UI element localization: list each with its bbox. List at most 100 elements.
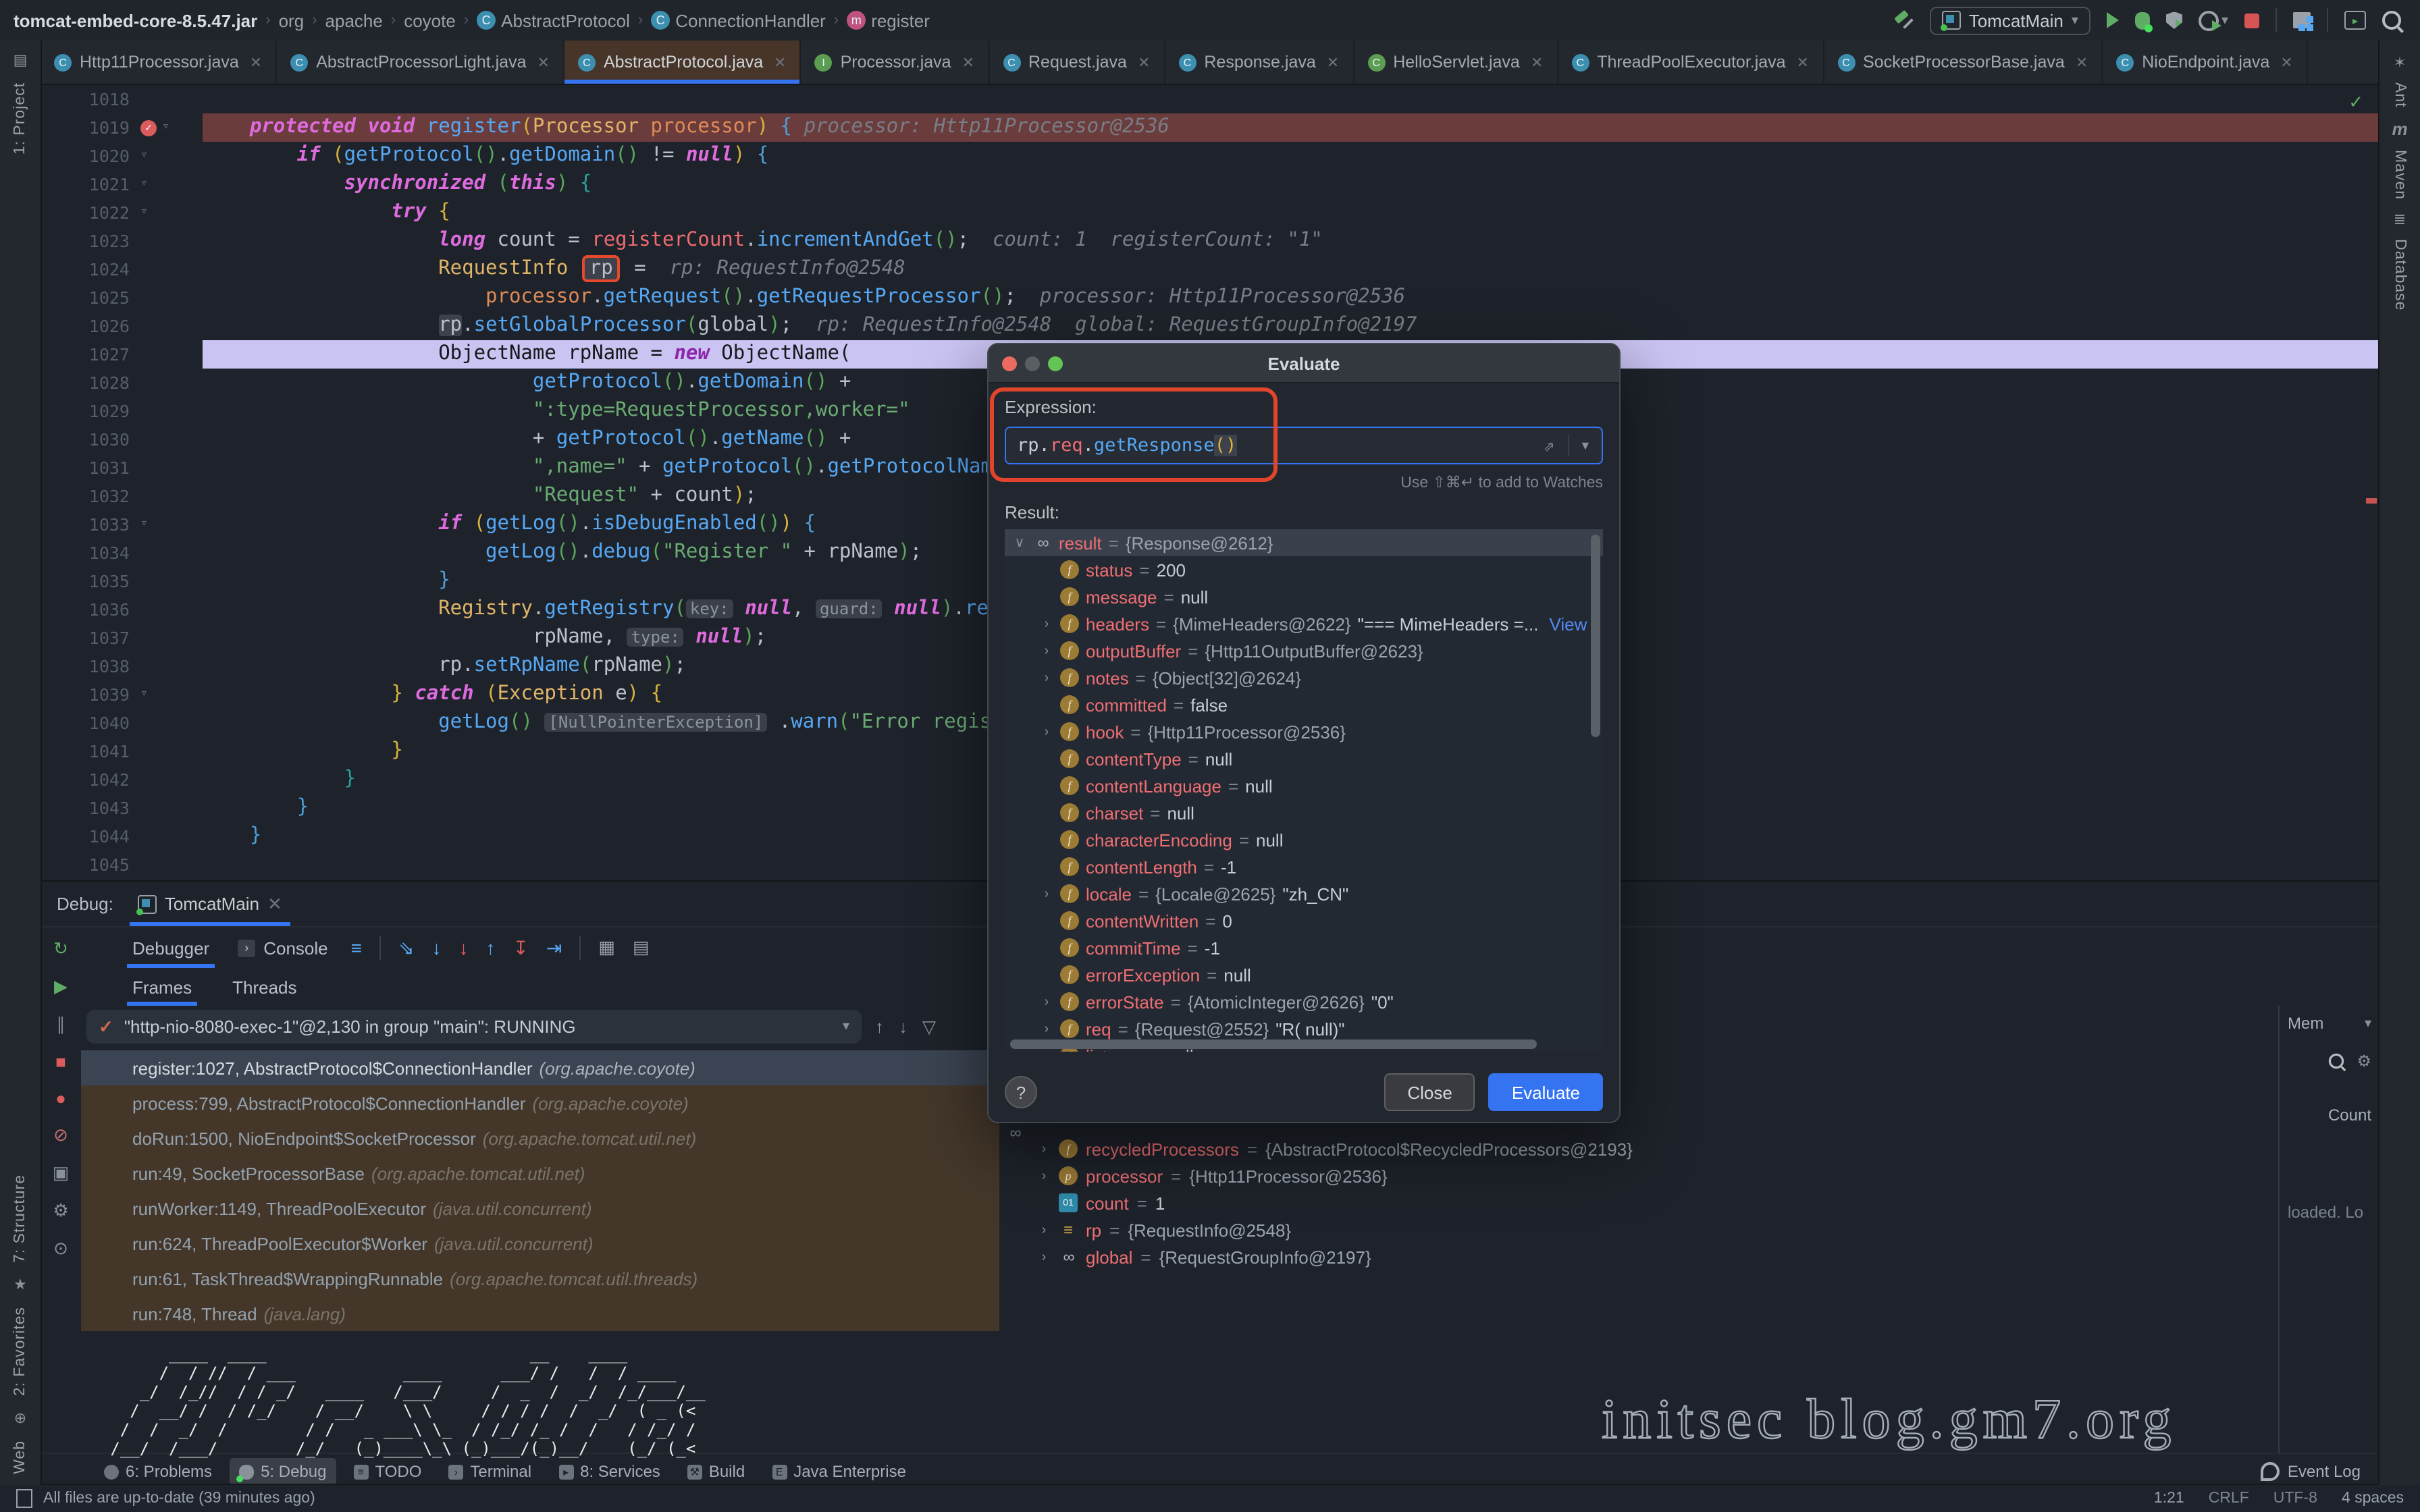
chevron-down-icon[interactable]: ▾	[2365, 1016, 2371, 1031]
inspections-ok-icon[interactable]: ✓	[2348, 92, 2363, 113]
close-tab-icon[interactable]: ✕	[774, 53, 786, 71]
tree-row[interactable]: ›freq = {Request@2552} "R( null)"	[1005, 1015, 1603, 1042]
sidebar-item-structure[interactable]: 7: Structure	[12, 1174, 28, 1262]
variable-row[interactable]: ›≡rp = {RequestInfo@2548}	[1037, 1216, 2278, 1243]
stack-frame-row[interactable]: run:748, Thread (java.lang)	[81, 1296, 999, 1331]
stack-frame-row[interactable]: doRun:1500, NioEndpoint$SocketProcessor …	[81, 1120, 999, 1156]
evaluate-expression-icon[interactable]: ▦	[598, 937, 615, 959]
drop-frame-icon[interactable]: ↧	[512, 936, 528, 959]
profiler-button[interactable]: ▾	[2199, 10, 2228, 30]
force-step-into-icon[interactable]: ↓	[458, 936, 468, 959]
show-execution-point-icon[interactable]: ⇘	[398, 936, 414, 959]
breakpoint-icon[interactable]: ✓	[140, 119, 157, 136]
editor-tab[interactable]: CRequest.java✕	[989, 40, 1165, 84]
tool-window-button-debug[interactable]: 5: Debug	[230, 1458, 336, 1485]
pin-icon[interactable]: ⊙	[53, 1238, 68, 1260]
stack-frame-row[interactable]: process:799, AbstractProtocol$Connection…	[81, 1085, 999, 1120]
tree-row[interactable]: fcharset = null	[1005, 799, 1603, 826]
tree-row[interactable]: ›foutputBuffer = {Http11OutputBuffer@262…	[1005, 637, 1603, 664]
close-tab-icon[interactable]: ✕	[250, 53, 262, 71]
variable-row[interactable]: 01count = 1	[1037, 1189, 2278, 1216]
variable-row[interactable]: ›frecycledProcessors = {AbstractProtocol…	[1037, 1135, 2278, 1162]
tree-row[interactable]: ferrorException = null	[1005, 961, 1603, 988]
run-anything-icon[interactable]: ▸	[2344, 11, 2366, 30]
next-frame-icon[interactable]: ↓	[899, 1016, 908, 1037]
tool-window-button-javaee[interactable]: EJava Enterprise	[762, 1458, 916, 1485]
tree-row[interactable]: ∨∞result = {Response@2612}	[1005, 529, 1603, 556]
build-hammer-icon[interactable]	[1893, 11, 1914, 30]
tree-row[interactable]: fcontentLanguage = null	[1005, 772, 1603, 799]
stop-button[interactable]	[2244, 13, 2259, 28]
close-tab-icon[interactable]: ✕	[1797, 53, 1809, 71]
gear-icon[interactable]: ⚙	[2357, 1052, 2371, 1071]
stack-frame-row[interactable]: run:49, SocketProcessorBase (org.apache.…	[81, 1156, 999, 1191]
search-everywhere-icon[interactable]	[2382, 11, 2401, 30]
stack-frame-row[interactable]: run:61, TaskThread$WrappingRunnable (org…	[81, 1261, 999, 1296]
tree-row[interactable]: fcontentWritten = 0	[1005, 907, 1603, 934]
thread-selector[interactable]: ✓ "http-nio-8080-exec-1"@2,130 in group …	[86, 1010, 862, 1044]
rerun-icon[interactable]: ↻	[53, 938, 68, 960]
close-tab-icon[interactable]: ✕	[1138, 53, 1150, 71]
close-button[interactable]: Close	[1384, 1073, 1475, 1111]
close-tab-icon[interactable]: ✕	[1531, 53, 1543, 71]
breadcrumb-item[interactable]: apache	[325, 10, 383, 30]
close-icon[interactable]: ✕	[267, 893, 282, 915]
sidebar-item-project[interactable]: 1: Project	[12, 82, 28, 155]
tool-window-button-services[interactable]: ▸8: Services	[549, 1458, 670, 1485]
help-button[interactable]: ?	[1005, 1076, 1037, 1108]
editor-tab[interactable]: CAbstractProcessorLight.java✕	[277, 40, 564, 84]
tab-debugger[interactable]: Debugger	[127, 927, 215, 968]
close-window-icon[interactable]	[1002, 356, 1017, 371]
tool-window-button-build[interactable]: ⚒Build	[678, 1458, 754, 1485]
status-widget[interactable]: 1:21	[2154, 1490, 2184, 1507]
fold-marker[interactable]: ▿	[140, 170, 148, 198]
evaluate-button[interactable]: Evaluate	[1489, 1073, 1603, 1111]
editor-tab[interactable]: CThreadPoolExecutor.java✕	[1558, 40, 1824, 84]
editor-tab[interactable]: CAbstractProtocol.java✕	[564, 40, 801, 84]
step-over-icon[interactable]: ↓	[431, 936, 441, 959]
editor-tab[interactable]: CSocketProcessorBase.java✕	[1824, 40, 2103, 84]
tree-row[interactable]: fcharacterEncoding = null	[1005, 826, 1603, 853]
close-tab-icon[interactable]: ✕	[962, 53, 974, 71]
tree-row[interactable]: fcommitted = false	[1005, 691, 1603, 718]
tree-vertical-scrollbar[interactable]	[1591, 535, 1600, 737]
tool-window-button-terminal[interactable]: ›Terminal	[439, 1458, 541, 1485]
dialog-titlebar[interactable]: Evaluate	[989, 344, 1619, 383]
search-icon[interactable]	[2329, 1054, 2344, 1069]
sidebar-item-maven[interactable]: Maven	[2392, 150, 2408, 200]
soft-wrap-icon[interactable]: ≡	[351, 937, 362, 959]
tree-row[interactable]: fstatus = 200	[1005, 556, 1603, 583]
close-tab-icon[interactable]: ✕	[2280, 53, 2292, 71]
step-out-icon[interactable]: ↑	[485, 936, 495, 959]
view-link[interactable]: View	[1550, 614, 1587, 634]
sidebar-item-database[interactable]: Database	[2392, 239, 2408, 310]
close-tab-icon[interactable]: ✕	[1327, 53, 1339, 71]
breadcrumb-item[interactable]: mregister	[847, 10, 930, 30]
pause-icon[interactable]: ∥	[57, 1014, 65, 1035]
fold-marker[interactable]: ▿	[162, 113, 169, 142]
settings-icon[interactable]: ⚙	[53, 1200, 68, 1222]
project-structure-icon[interactable]	[2293, 12, 2311, 28]
sidebar-item-web[interactable]: Web	[12, 1440, 28, 1474]
filter-frames-icon[interactable]: ▽	[922, 1016, 936, 1037]
zoom-window-icon[interactable]	[1048, 356, 1063, 371]
mute-breakpoints-icon[interactable]: ⊘	[53, 1125, 68, 1146]
resume-icon[interactable]: ▶	[54, 976, 68, 998]
breadcrumb-item[interactable]: CConnectionHandler	[651, 10, 826, 30]
debug-button[interactable]	[2135, 11, 2150, 29]
breadcrumb-item[interactable]: coyote	[404, 10, 456, 30]
fold-marker[interactable]: ▿	[140, 680, 148, 709]
tab-frames[interactable]: Frames	[127, 968, 197, 1006]
stack-frame-row[interactable]: runWorker:1149, ThreadPoolExecutor (java…	[81, 1191, 999, 1226]
stack-frame-row[interactable]: run:624, ThreadPoolExecutor$Worker (java…	[81, 1226, 999, 1261]
coverage-button[interactable]	[2166, 11, 2182, 29]
tree-horizontal-scrollbar[interactable]	[1010, 1040, 1537, 1049]
run-button[interactable]	[2107, 12, 2119, 28]
fold-marker[interactable]: ▿	[140, 510, 148, 539]
tree-row[interactable]: fcontentType = null	[1005, 745, 1603, 772]
editor-tab[interactable]: CHttp11Processor.java✕	[41, 40, 277, 84]
fold-marker[interactable]: ▿	[140, 142, 148, 170]
tree-row[interactable]: ›flocale = {Locale@2625} "zh_CN"	[1005, 880, 1603, 907]
editor-tab[interactable]: CResponse.java✕	[1165, 40, 1354, 84]
editor-scrollbar[interactable]	[2365, 85, 2377, 880]
